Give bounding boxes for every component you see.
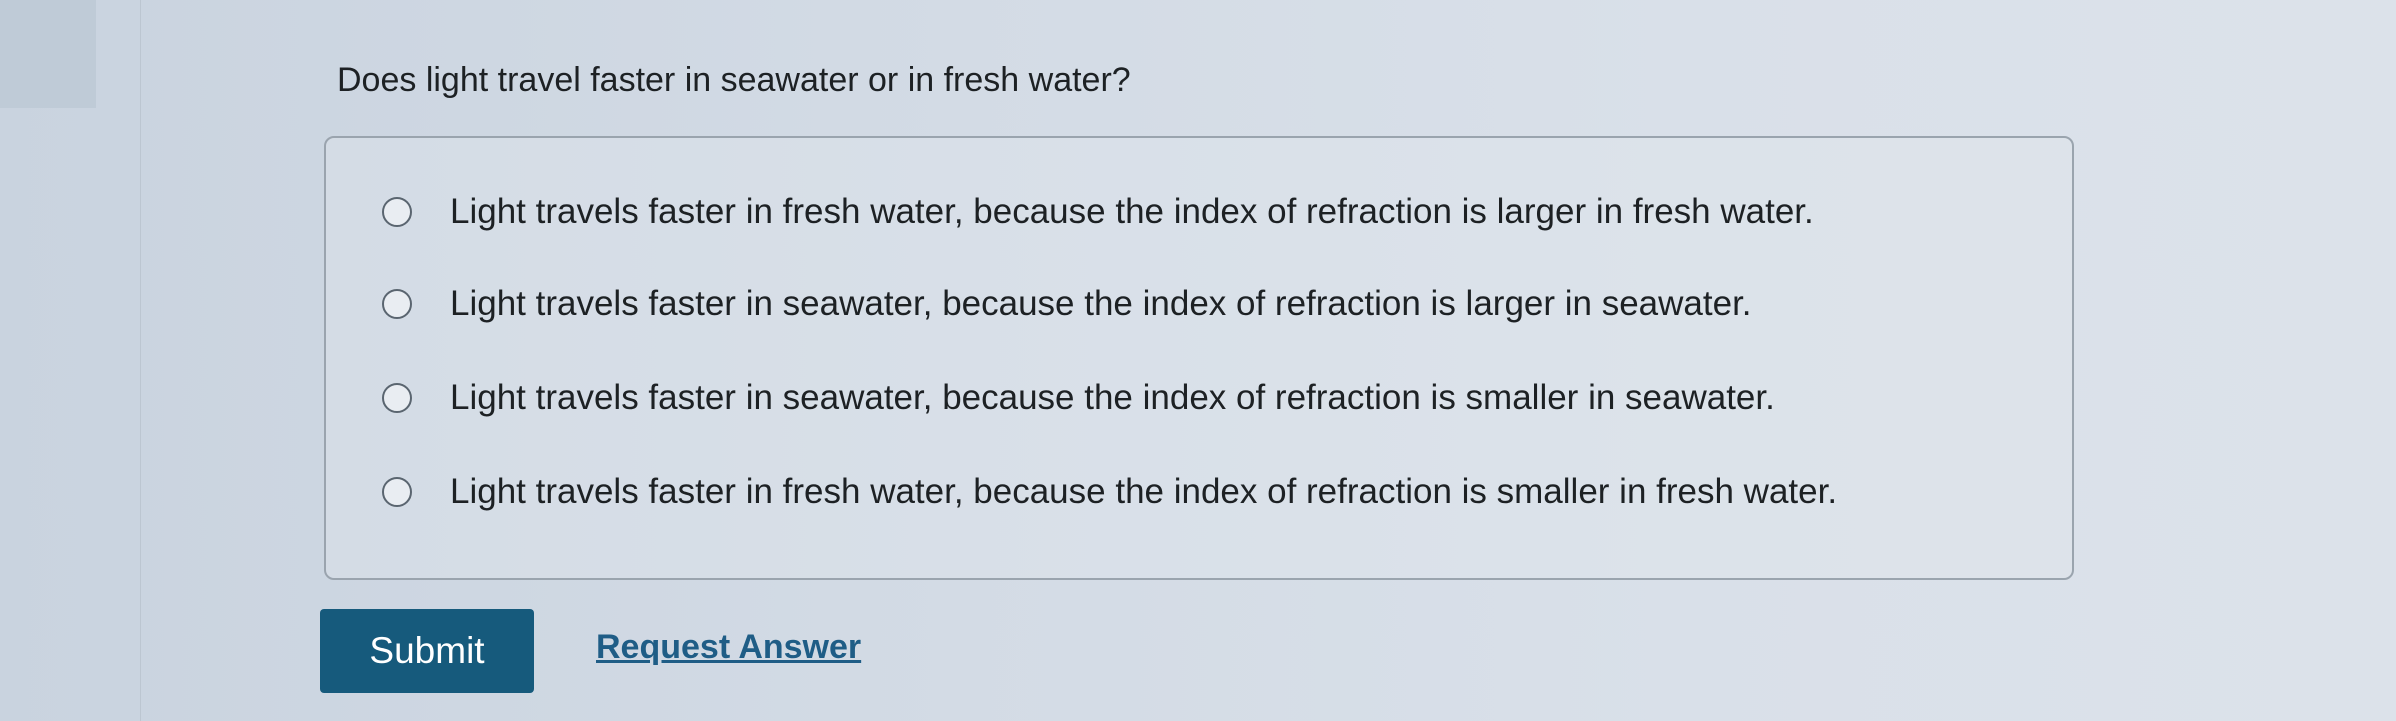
answer-option-label: Light travels faster in fresh water, bec… [450,472,1838,511]
answer-option-3[interactable]: Light travels faster in seawater, becaus… [382,368,1775,428]
question-text: Does light travel faster in seawater or … [337,61,1131,99]
radio-button[interactable] [382,197,412,227]
radio-button[interactable] [382,289,412,319]
answer-options-group: Light travels faster in fresh water, bec… [324,136,2074,580]
answer-option-4[interactable]: Light travels faster in fresh water, bec… [382,462,1837,522]
answer-option-2[interactable]: Light travels faster in seawater, becaus… [382,274,1752,334]
answer-option-label: Light travels faster in fresh water, bec… [450,192,1814,231]
radio-button[interactable] [382,477,412,507]
request-answer-link[interactable]: Request Answer [596,628,861,667]
answer-option-1[interactable]: Light travels faster in fresh water, bec… [382,182,1814,242]
answer-option-label: Light travels faster in seawater, becaus… [450,284,1752,323]
submit-button[interactable]: Submit [320,609,534,693]
radio-button[interactable] [382,383,412,413]
left-divider [140,0,141,721]
corner-panel [0,0,96,108]
answer-option-label: Light travels faster in seawater, becaus… [450,378,1775,417]
